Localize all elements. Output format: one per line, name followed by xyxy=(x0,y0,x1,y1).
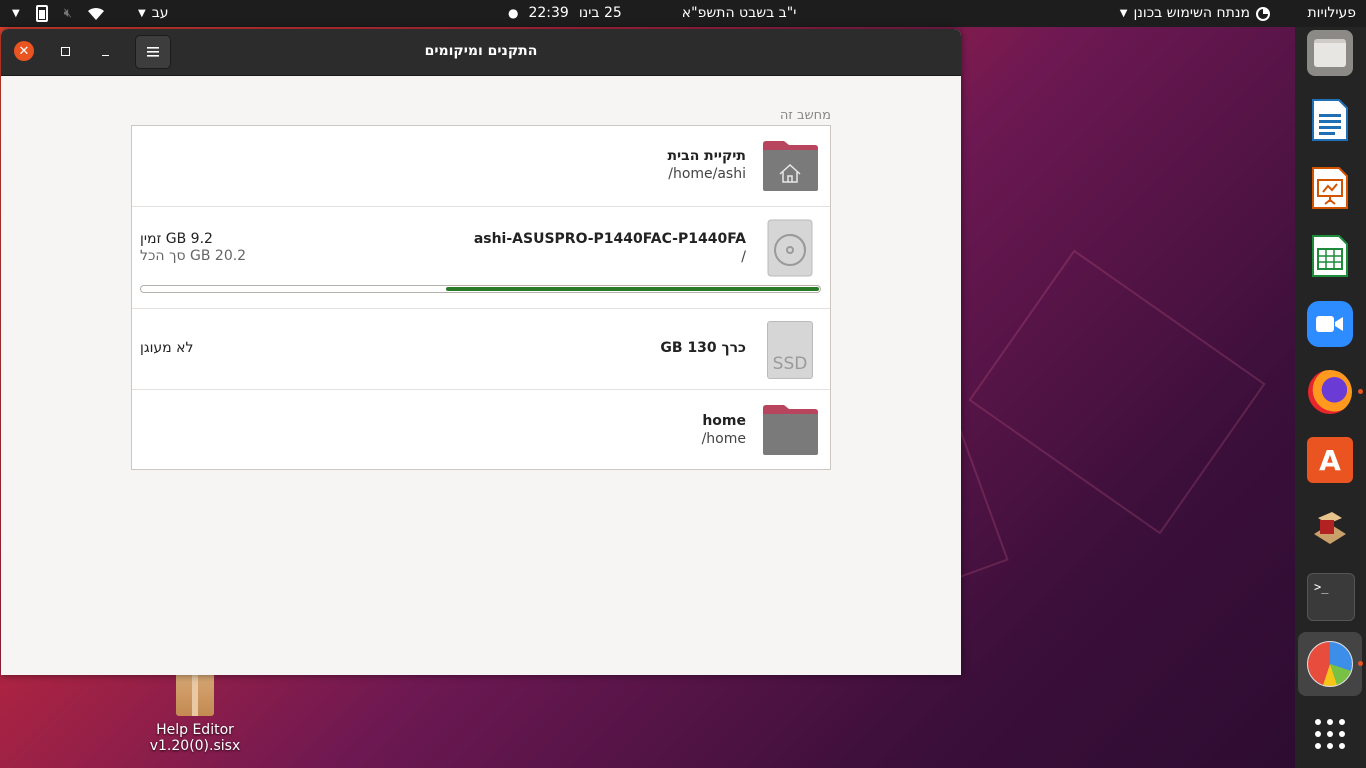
hamburger-menu-icon xyxy=(147,47,159,57)
clock[interactable]: י"ב בשבט התשפ"א 25 בינו 22:39 ● xyxy=(508,0,796,27)
maximize-button[interactable] xyxy=(55,41,75,61)
chevron-down-icon: ▼ xyxy=(1119,8,1128,19)
disk-usage-app-icon xyxy=(1256,6,1270,21)
libreoffice-impress-icon[interactable] xyxy=(1307,165,1353,211)
keyboard-layout-indicator[interactable]: ▼ עב xyxy=(138,0,169,27)
item-title: ashi-ASUSPRO-P1440FAC-P1440FA xyxy=(473,231,746,247)
menu-button[interactable] xyxy=(135,35,171,69)
running-indicator xyxy=(1358,661,1363,666)
section-label: מחשב זה xyxy=(779,108,831,123)
ssd-icon: SSD xyxy=(767,321,813,379)
terminal-icon[interactable]: >_ xyxy=(1307,573,1355,621)
list-item-home[interactable]: home /home xyxy=(132,390,830,469)
desktop-file-name-line1: Help Editor xyxy=(156,722,234,738)
software-center-icon[interactable]: A xyxy=(1307,437,1353,483)
list-item-home-folder[interactable]: תיקיית הבית /home/ashi xyxy=(132,126,830,207)
package-icon xyxy=(176,672,214,716)
files-icon[interactable] xyxy=(1307,30,1353,76)
activities-button[interactable]: פעילויות xyxy=(1307,0,1356,27)
time: 22:39 xyxy=(528,5,569,21)
mount-status: לא מעוגן xyxy=(140,340,194,356)
app-menu[interactable]: מנתח השימוש בכונן ▼ xyxy=(1120,0,1270,27)
hard-drive-icon xyxy=(767,219,813,277)
minimize-button[interactable] xyxy=(95,41,115,61)
folder-icon xyxy=(763,405,818,455)
item-title: תיקיית הבית xyxy=(667,148,746,164)
libreoffice-calc-icon[interactable] xyxy=(1307,233,1353,279)
item-title: כרך 130 GB xyxy=(660,340,746,356)
total-space: 20.2 GB סך הכל xyxy=(140,248,247,264)
hebrew-date: י"ב בשבט התשפ"א xyxy=(681,5,797,21)
header-bar: התקנים ומיקומים ✕ xyxy=(1,29,961,76)
usage-progress-bar xyxy=(140,285,821,293)
firefox-icon[interactable] xyxy=(1307,369,1353,415)
chevron-down-icon: ▼ xyxy=(12,8,20,19)
item-path: / xyxy=(741,249,746,265)
minimize-icon xyxy=(101,54,109,56)
close-icon: ✕ xyxy=(18,43,30,59)
item-path: /home xyxy=(701,431,746,447)
zoom-icon[interactable] xyxy=(1307,301,1353,347)
item-title: home xyxy=(702,413,746,429)
disk-usage-window: התקנים ומיקומים ✕ מחשב זה תיקיית הבית /h… xyxy=(1,29,961,675)
list-item-root-filesystem[interactable]: ashi-ASUSPRO-P1440FAC-P1440FA / 9.2 GB ז… xyxy=(132,207,830,309)
close-button[interactable]: ✕ xyxy=(14,41,34,61)
date: 25 בינו xyxy=(578,5,622,21)
desktop-file-name-line2: v1.20(0).sisx xyxy=(149,738,241,754)
running-indicator xyxy=(1358,389,1363,394)
usage-progress-fill xyxy=(445,287,819,291)
chevron-down-icon: ▼ xyxy=(138,8,146,19)
home-folder-icon xyxy=(763,141,818,191)
battery-icon xyxy=(35,5,48,22)
wallpaper-shape xyxy=(968,249,1266,535)
disk-usage-analyzer-icon[interactable] xyxy=(1307,641,1353,687)
locations-list: תיקיית הבית /home/ashi ashi-ASUSPRO-P144… xyxy=(131,125,831,470)
top-bar: פעילויות מנתח השימוש בכונן ▼ י"ב בשבט הת… xyxy=(0,0,1366,27)
notification-dot-icon: ● xyxy=(508,6,519,20)
dock: A >_ xyxy=(1295,27,1366,768)
archive-manager-icon[interactable] xyxy=(1307,505,1353,551)
desktop-file[interactable]: Help Editor v1.20(0).sisx xyxy=(145,672,245,754)
maximize-icon xyxy=(60,46,70,56)
keyboard-layout-label: עב xyxy=(151,5,169,21)
show-applications-icon[interactable] xyxy=(1307,711,1353,757)
free-space: 9.2 GB זמין xyxy=(140,231,213,247)
app-menu-label: מנתח השימוש בכונן xyxy=(1133,5,1250,21)
wifi-icon xyxy=(87,7,104,20)
system-menu[interactable]: ▼ 🔇︎ xyxy=(12,0,104,27)
libreoffice-writer-icon[interactable] xyxy=(1307,97,1353,143)
item-path: /home/ashi xyxy=(668,166,746,182)
volume-muted-icon: 🔇︎ xyxy=(63,6,72,21)
ssd-icon-label: SSD xyxy=(772,354,808,374)
list-item-volume-130gb[interactable]: SSD כרך 130 GB לא מעוגן xyxy=(132,309,830,390)
